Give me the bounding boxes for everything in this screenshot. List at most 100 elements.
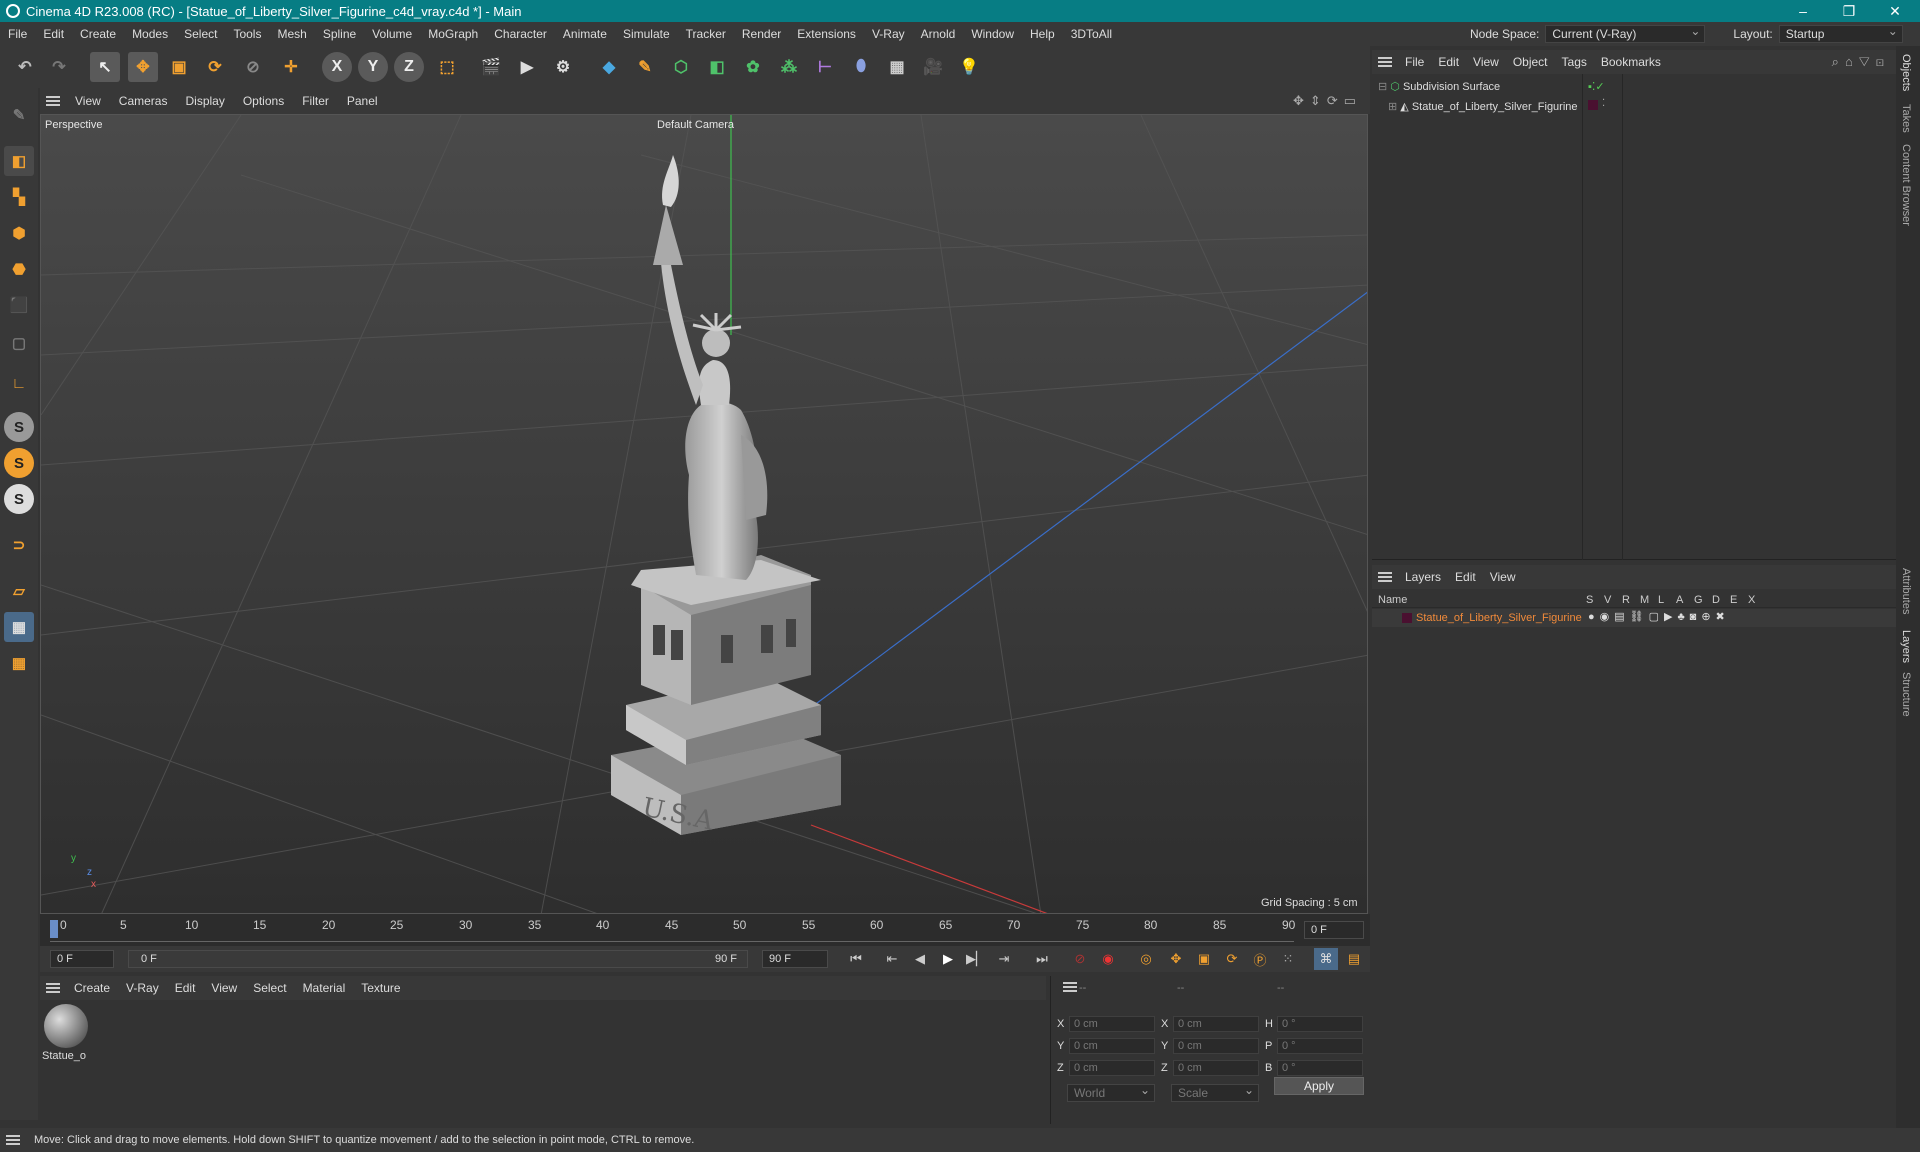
keyframe-selection-icon[interactable]: ◎ (1134, 948, 1158, 970)
layer-color-swatch[interactable] (1402, 613, 1412, 623)
menu-create[interactable]: Create (72, 27, 124, 41)
camera-icon[interactable]: 🎥 (918, 52, 948, 82)
timeline-ruler[interactable]: 0 5 10 15 20 25 30 35 40 45 50 55 60 65 … (40, 914, 1370, 946)
record-off-icon[interactable]: ⊘ (1068, 948, 1092, 970)
menu-animate[interactable]: Animate (555, 27, 615, 41)
cloner-icon[interactable]: ✿ (738, 52, 768, 82)
deformer-icon[interactable]: ⊢ (810, 52, 840, 82)
menu-edit[interactable]: Edit (35, 27, 72, 41)
record-icon[interactable]: ◉ (1096, 948, 1120, 970)
object-menu-view[interactable]: View (1466, 55, 1506, 69)
object-menu-file[interactable]: File (1398, 55, 1431, 69)
menu-spline[interactable]: Spline (315, 27, 364, 41)
next-key-icon[interactable]: ⇥ (992, 948, 1016, 970)
menu-mesh[interactable]: Mesh (269, 27, 314, 41)
edges-mode-icon[interactable]: ⬣ (4, 254, 34, 284)
menu-simulate[interactable]: Simulate (615, 27, 678, 41)
visibility-dots-icon[interactable]: ⁚ (1602, 98, 1605, 109)
cube-primitive-icon[interactable]: ◆ (594, 52, 624, 82)
undo-icon[interactable]: ↶ (10, 52, 40, 82)
viewport-menu-filter[interactable]: Filter (293, 94, 338, 108)
viewport-menu-cameras[interactable]: Cameras (110, 94, 177, 108)
film-icon[interactable]: ▤ (1342, 948, 1366, 970)
layer-name[interactable]: Statue_of_Liberty_Silver_Figurine (1416, 612, 1582, 624)
layout-dropdown[interactable]: Startup (1778, 23, 1903, 43)
render-settings-icon[interactable]: ⚙ (548, 52, 578, 82)
snap-s-white-button[interactable]: S (4, 484, 34, 514)
tab-objects[interactable]: Objects (1900, 54, 1912, 91)
viewport-menu-panel[interactable]: Panel (338, 94, 387, 108)
object-menu-tags[interactable]: Tags (1555, 55, 1594, 69)
snap-s-button[interactable]: S (4, 412, 34, 442)
coord-system-dropdown[interactable]: World (1067, 1082, 1155, 1102)
size-z-field[interactable]: 0 cm (1173, 1060, 1259, 1076)
pos-y-field[interactable]: 0 cm (1069, 1038, 1155, 1054)
object-row-subdivision[interactable]: ⊟ ⬡ Subdivision Surface (1378, 80, 1500, 93)
menu-file[interactable]: File (0, 27, 35, 41)
tab-attributes[interactable]: Attributes (1900, 568, 1912, 614)
subdivision-icon[interactable]: ⬡ (666, 52, 696, 82)
viewport-menu-options[interactable]: Options (234, 94, 293, 108)
menu-mograph[interactable]: MoGraph (420, 27, 486, 41)
pos-z-field[interactable]: 0 cm (1069, 1060, 1155, 1076)
size-mode-dropdown[interactable]: Scale (1171, 1082, 1259, 1102)
menu-extensions[interactable]: Extensions (789, 27, 864, 41)
viewport-menu-view[interactable]: View (66, 94, 110, 108)
lock-workplane-icon[interactable]: ▦ (4, 648, 34, 678)
end-frame-field[interactable]: 90 F (762, 950, 828, 968)
redo-icon[interactable]: ↷ (44, 52, 74, 82)
timeline-window-icon[interactable]: ⌘ (1314, 948, 1338, 970)
spline-pen-icon[interactable]: ✎ (630, 52, 660, 82)
uv-mode-icon[interactable]: ▢ (4, 328, 34, 358)
field-icon[interactable]: ⬮ (846, 52, 876, 82)
axis-z-lock[interactable]: Z (394, 52, 424, 82)
object-menu-object[interactable]: Object (1506, 55, 1555, 69)
size-x-field[interactable]: 0 cm (1173, 1016, 1259, 1032)
rot-b-field[interactable]: 0 ° (1277, 1060, 1363, 1076)
extrude-icon[interactable]: ◧ (702, 52, 732, 82)
material-menu-material[interactable]: Material (295, 981, 354, 995)
layer-flag-icons[interactable]: ●◉▤⛓▢▶♣◙⊕✖ (1588, 610, 1730, 623)
menu-help[interactable]: Help (1022, 27, 1063, 41)
layer-menu-view[interactable]: View (1483, 570, 1523, 584)
mograph-icon[interactable]: ⁂ (774, 52, 804, 82)
object-menu-icon[interactable] (1378, 57, 1392, 67)
rot-h-field[interactable]: 0 ° (1277, 1016, 1363, 1032)
key-scale-icon[interactable]: ▣ (1192, 948, 1216, 970)
maximize-button[interactable]: ❐ (1826, 0, 1872, 22)
layer-menu-icon[interactable] (1378, 572, 1392, 582)
texture-mode-icon[interactable]: ▚ (4, 182, 34, 212)
menu-volume[interactable]: Volume (364, 27, 420, 41)
menu-select[interactable]: Select (176, 27, 225, 41)
start-frame-field[interactable]: 0 F (50, 950, 114, 968)
polygons-mode-icon[interactable]: ⬛ (4, 290, 34, 320)
status-menu-icon[interactable] (6, 1135, 20, 1145)
material-thumbnail[interactable] (44, 1004, 88, 1048)
recent-tool-icon[interactable]: ⊘ (238, 52, 268, 82)
object-menu-edit[interactable]: Edit (1431, 55, 1466, 69)
magnet-icon[interactable]: ⊃ (4, 530, 34, 560)
visibility-check-icon[interactable]: ▪⁚✓ (1588, 80, 1605, 93)
object-row-statue[interactable]: ⊞ ◭ Statue_of_Liberty_Silver_Figurine (1388, 100, 1578, 113)
material-menu-create[interactable]: Create (66, 981, 118, 995)
material-menu-edit[interactable]: Edit (167, 981, 204, 995)
select-tool-icon[interactable]: ↖ (90, 52, 120, 82)
axis-x-lock[interactable]: X (322, 52, 352, 82)
points-mode-icon[interactable]: ⬢ (4, 218, 34, 248)
material-menu-select[interactable]: Select (245, 981, 294, 995)
floor-icon[interactable]: ▦ (882, 52, 912, 82)
grid-icon[interactable]: ▦ (4, 612, 34, 642)
layer-color-tag[interactable] (1588, 100, 1598, 110)
transform-tool-icon[interactable]: ✛ (276, 52, 306, 82)
key-rotation-icon[interactable]: ⟳ (1220, 948, 1244, 970)
frame-range-slider[interactable]: 0 F 90 F (128, 950, 748, 968)
material-menu-vray[interactable]: V-Ray (118, 981, 167, 995)
object-menu-bookmarks[interactable]: Bookmarks (1594, 55, 1668, 69)
menu-vray[interactable]: V-Ray (864, 27, 913, 41)
prev-frame-icon[interactable]: ◀ (908, 948, 932, 970)
layer-row[interactable]: Statue_of_Liberty_Silver_Figurine ●◉▤⛓▢▶… (1372, 609, 1896, 627)
goto-end-icon[interactable]: ⏭ (1030, 948, 1054, 970)
key-param-icon[interactable]: Ⓟ (1248, 948, 1272, 970)
play-icon[interactable]: ▶ (936, 948, 960, 970)
paint-icon[interactable]: ✎ (4, 100, 34, 130)
